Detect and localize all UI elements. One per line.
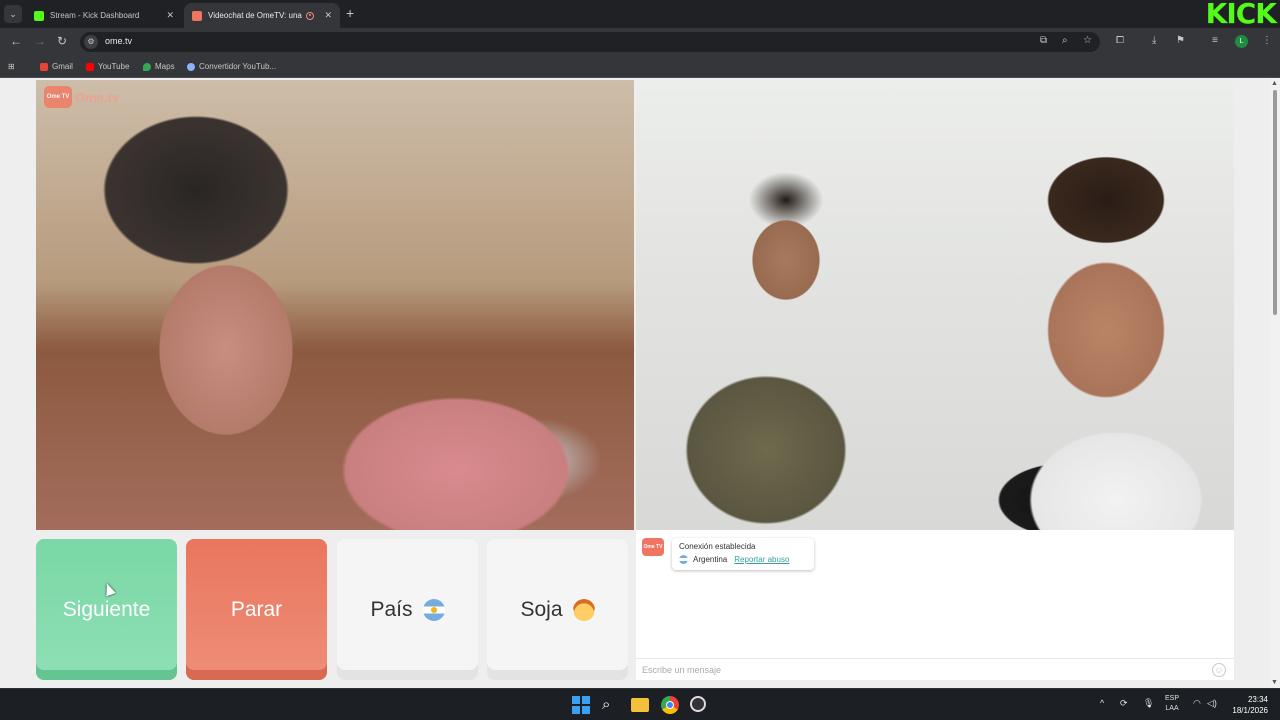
url-text: ome.tv bbox=[105, 36, 133, 46]
close-tab-icon[interactable]: ✕ bbox=[166, 10, 174, 21]
language-line1: ESP bbox=[1165, 695, 1180, 702]
system-message: Conexión establecida Argentina Reportar … bbox=[672, 538, 814, 570]
extensions-icon[interactable]: ⧠ bbox=[1116, 35, 1124, 46]
volume-icon[interactable]: ◁) bbox=[1207, 698, 1217, 709]
stop-button[interactable]: Parar bbox=[186, 539, 327, 680]
next-button[interactable]: Siguiente bbox=[36, 539, 177, 680]
new-tab-button[interactable]: + bbox=[346, 5, 354, 21]
microphone-icon[interactable]: 🎙 bbox=[1143, 698, 1154, 709]
connection-status: Conexión establecida bbox=[679, 542, 756, 551]
argentina-flag-icon bbox=[422, 598, 445, 621]
browser-menu-icon[interactable]: ⋮ bbox=[1262, 35, 1272, 46]
scroll-down-icon[interactable]: ▼ bbox=[1271, 679, 1278, 686]
message-input-area: ☺ bbox=[636, 658, 1234, 680]
language-indicator[interactable]: ESP LAA bbox=[1165, 694, 1179, 714]
forward-arrow-icon[interactable]: → bbox=[34, 34, 46, 48]
stranger-video: Ome TV Ome.tv bbox=[36, 80, 634, 530]
message-input[interactable] bbox=[636, 659, 1206, 680]
gender-button[interactable]: Soja bbox=[487, 539, 628, 680]
bookmark-label: Gmail bbox=[52, 62, 73, 71]
argentina-flag-icon bbox=[679, 555, 688, 564]
obs-icon[interactable] bbox=[690, 696, 708, 714]
kick-overlay-logo: KICK bbox=[1205, 0, 1277, 30]
ometv-watermark: Ome TV Ome.tv bbox=[44, 86, 119, 108]
ometv-chat-logo-icon: Ome TV bbox=[642, 538, 664, 556]
search-icon[interactable]: ⌕ bbox=[602, 696, 620, 714]
chat-panel: Ome TV Conexión establecida Argentina Re… bbox=[636, 530, 1234, 680]
bookmark-label: YouTube bbox=[98, 62, 130, 71]
language-line2: LAA bbox=[1165, 705, 1179, 712]
page-scrollbar[interactable]: ▲ ▼ bbox=[1270, 78, 1280, 688]
self-video bbox=[636, 80, 1234, 530]
stranger-country: Argentina bbox=[693, 555, 728, 564]
bookmark-gmail[interactable]: Gmail bbox=[40, 62, 73, 71]
tab-title: Videochat de OmeTV: una bbox=[208, 11, 302, 20]
recording-indicator-icon bbox=[306, 11, 315, 20]
tab-search-button[interactable]: ⌄ bbox=[4, 5, 22, 23]
browser-toolbar: ← → ↻ ⚙ ome.tv ⧉ ⌕ ☆ ⧠ ⤓ ⚑ ≡ ⋮ bbox=[0, 28, 1280, 56]
scroll-thumb[interactable] bbox=[1273, 90, 1277, 315]
bookmark-maps[interactable]: Maps bbox=[143, 62, 175, 71]
download-icon[interactable]: ⤓ bbox=[1152, 35, 1156, 46]
tray-overflow-icon[interactable]: ^ bbox=[1100, 698, 1104, 708]
address-bar[interactable]: ⚙ ome.tv bbox=[80, 32, 1100, 52]
bookmark-youtube[interactable]: YouTube bbox=[86, 62, 129, 71]
gender-button-label: Soja bbox=[520, 597, 563, 621]
boy-emoji-icon bbox=[572, 598, 595, 621]
ometv-favicon-icon bbox=[192, 10, 202, 21]
install-app-icon[interactable]: ⧉ bbox=[1040, 35, 1047, 46]
system-clock[interactable]: 23:34 18/1/2026 bbox=[1232, 694, 1268, 716]
sync-icon[interactable]: ⟳ bbox=[1120, 698, 1128, 709]
chrome-icon[interactable] bbox=[661, 696, 679, 714]
media-control-icon[interactable]: ≡ bbox=[1212, 35, 1218, 46]
clock-time: 23:34 bbox=[1247, 695, 1268, 704]
scroll-up-icon[interactable]: ▲ bbox=[1271, 80, 1278, 87]
ometv-logo-icon: Ome TV bbox=[44, 86, 72, 108]
profile-avatar[interactable]: L bbox=[1235, 35, 1248, 48]
zoom-icon[interactable]: ⌕ bbox=[1062, 35, 1068, 46]
ometv-page: Ome TV Ome.tv Siguiente Parar País Soja … bbox=[0, 78, 1280, 688]
bookmarks-bar: ⊞ Gmail YouTube Maps Convertidor YouTub.… bbox=[0, 56, 1280, 78]
windows-taskbar: ⌕ ^ ⟳ 🎙 ESP LAA ◠ ◁) 23:34 18/1/2026 bbox=[0, 688, 1280, 720]
next-button-label: Siguiente bbox=[62, 597, 151, 621]
gmail-icon bbox=[40, 62, 48, 71]
reload-icon[interactable]: ↻ bbox=[57, 34, 67, 48]
back-arrow-icon[interactable]: ← bbox=[10, 34, 22, 48]
apps-grid-icon[interactable]: ⊞ bbox=[8, 62, 15, 71]
translate-icon[interactable]: ⚑ bbox=[1176, 35, 1185, 46]
stop-button-label: Parar bbox=[230, 597, 283, 621]
close-tab-icon[interactable]: ✕ bbox=[324, 10, 332, 21]
site-info-icon[interactable]: ⚙ bbox=[84, 35, 98, 49]
youtube-icon bbox=[86, 62, 94, 71]
country-button[interactable]: País bbox=[337, 539, 478, 680]
maps-pin-icon bbox=[143, 62, 151, 71]
wifi-icon[interactable]: ◠ bbox=[1193, 698, 1201, 709]
country-button-label: País bbox=[370, 597, 413, 621]
emoji-picker-icon[interactable]: ☺ bbox=[1212, 663, 1226, 677]
kick-favicon-icon bbox=[34, 10, 44, 21]
bookmark-label: Maps bbox=[155, 62, 175, 71]
report-abuse-link[interactable]: Reportar abuso bbox=[734, 555, 789, 564]
watermark-text: Ome.tv bbox=[75, 89, 120, 105]
bookmark-label: Convertidor YouTub... bbox=[199, 62, 277, 71]
browser-tab-bar: ⌄ Stream - Kick Dashboard ✕ Videochat de… bbox=[0, 0, 1280, 28]
file-explorer-icon[interactable] bbox=[631, 696, 649, 714]
clock-date: 18/1/2026 bbox=[1232, 706, 1268, 715]
windows-start-icon[interactable] bbox=[572, 696, 590, 714]
tab-kick-dashboard[interactable]: Stream - Kick Dashboard ✕ bbox=[26, 3, 182, 28]
tab-title: Stream - Kick Dashboard bbox=[50, 11, 140, 20]
converter-icon bbox=[187, 62, 195, 71]
tab-ometv[interactable]: Videochat de OmeTV: una ✕ bbox=[184, 3, 340, 28]
bookmark-star-icon[interactable]: ☆ bbox=[1083, 35, 1092, 46]
bookmark-converter[interactable]: Convertidor YouTub... bbox=[187, 62, 276, 71]
